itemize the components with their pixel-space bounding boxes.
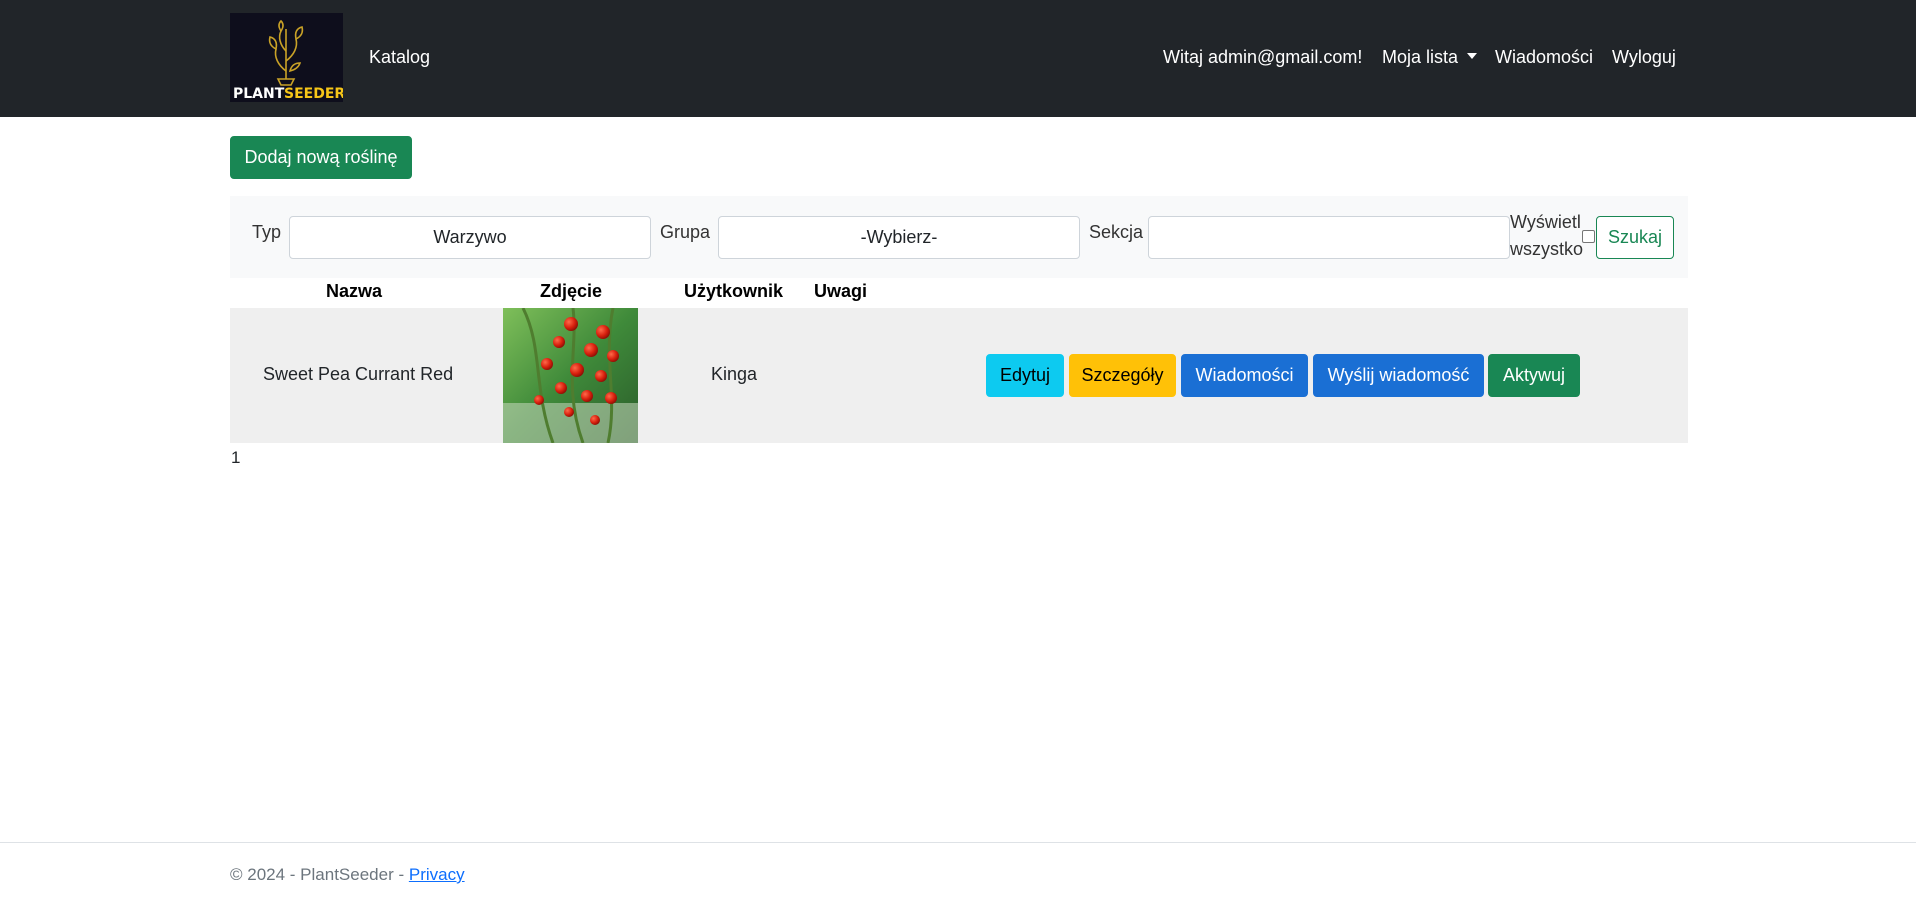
show-all-label-line2: wszystko — [1510, 239, 1584, 259]
privacy-link[interactable]: Privacy — [409, 865, 465, 884]
nav-messages-link[interactable]: Wiadomości — [1495, 44, 1593, 70]
chevron-down-icon — [1467, 53, 1478, 59]
logo-text-plant: PLANT — [233, 86, 285, 102]
group-select[interactable]: -Wybierz- — [718, 216, 1080, 259]
search-button[interactable]: Szukaj — [1596, 216, 1674, 259]
tomato-plant-photo — [503, 308, 638, 443]
column-header-notes: Uwagi — [814, 281, 868, 301]
type-label: Typ — [252, 222, 282, 242]
type-select[interactable]: Warzywo — [289, 216, 651, 259]
nav-greeting-link[interactable]: Witaj admin@gmail.com! — [1163, 44, 1362, 70]
plant-logo-icon: PLANT SEEDER — [230, 13, 343, 102]
my-list-label: Moja lista — [1382, 47, 1459, 67]
section-input[interactable] — [1148, 216, 1510, 259]
pagination-page-1[interactable]: 1 — [231, 448, 240, 468]
group-label: Grupa — [660, 222, 711, 242]
footer-divider — [0, 842, 1916, 843]
details-button[interactable]: Szczegóły — [1069, 354, 1176, 397]
column-header-photo: Zdjęcie — [540, 281, 603, 301]
show-all-label: Wyświetl wszystko — [1510, 209, 1583, 263]
show-all-label-line1: Wyświetl — [1510, 212, 1581, 232]
section-label: Sekcja — [1089, 222, 1144, 242]
column-header-user: Użytkownik — [684, 281, 784, 301]
plant-name-cell: Sweet Pea Currant Red — [263, 364, 454, 384]
top-navbar: PLANT SEEDER Katalog Witaj admin@gmail.c… — [0, 0, 1916, 117]
messages-button[interactable]: Wiadomości — [1181, 354, 1308, 397]
column-header-name: Nazwa — [326, 281, 383, 301]
table-header — [230, 278, 1688, 308]
logo-text-seeder: SEEDER — [284, 86, 343, 102]
nav-my-list-dropdown[interactable]: Moja lista — [1382, 44, 1478, 70]
add-plant-button[interactable]: Dodaj nową roślinę — [230, 136, 412, 179]
activate-button[interactable]: Aktywuj — [1488, 354, 1580, 397]
send-message-button[interactable]: Wyślij wiadomość — [1313, 354, 1484, 397]
footer: © 2024 - PlantSeeder - Privacy — [230, 865, 465, 885]
nav-logout-link[interactable]: Wyloguj — [1612, 44, 1676, 70]
footer-copyright: © 2024 - PlantSeeder - — [230, 865, 409, 884]
plantseeder-logo[interactable]: PLANT SEEDER — [230, 13, 343, 102]
nav-catalog-link[interactable]: Katalog — [369, 44, 430, 70]
user-cell: Kinga — [711, 364, 758, 384]
show-all-checkbox[interactable] — [1582, 230, 1595, 243]
edit-button[interactable]: Edytuj — [986, 354, 1064, 397]
